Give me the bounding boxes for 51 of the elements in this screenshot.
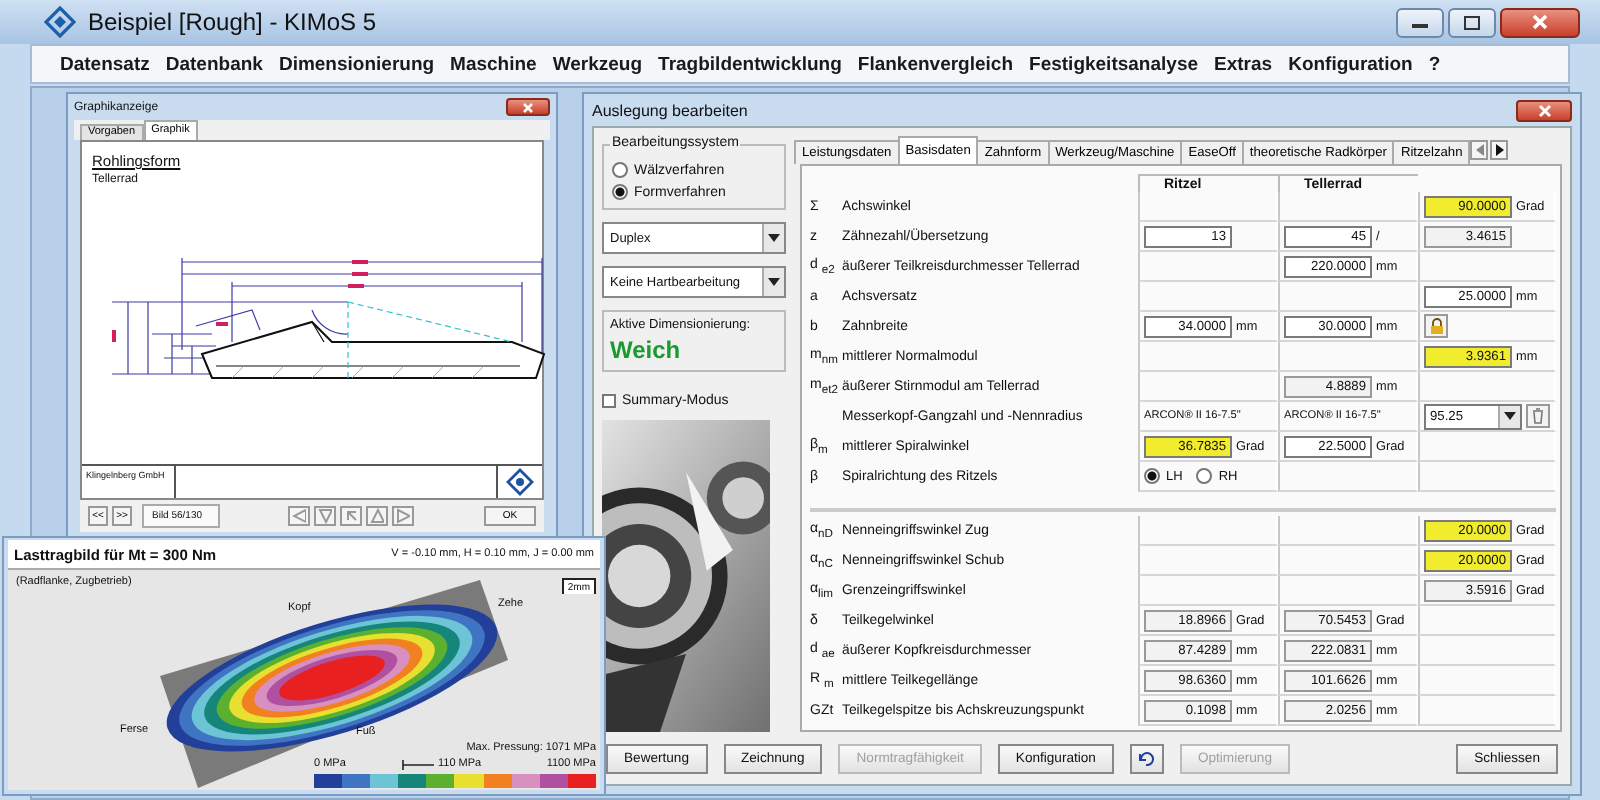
rotate-icon	[344, 508, 359, 524]
app-logo-icon	[44, 6, 76, 38]
triangle-right-icon	[396, 508, 411, 524]
company-logo-icon	[506, 468, 534, 496]
range-line-icon	[402, 760, 434, 770]
caret-icon	[768, 234, 780, 242]
menu-item[interactable]: Datenbank	[157, 48, 271, 80]
mirror-up-button[interactable]	[366, 506, 389, 526]
menu-item[interactable]: ?	[1420, 48, 1449, 80]
scroll-right-button[interactable]	[1490, 140, 1509, 160]
close-button[interactable]	[1500, 7, 1580, 37]
menu-item[interactable]: Dimensionierung	[270, 48, 443, 80]
bin-icon	[1532, 408, 1544, 424]
menu-item[interactable]: Datensatz	[52, 48, 158, 80]
close-button[interactable]	[1516, 99, 1572, 121]
close-button[interactable]	[506, 98, 550, 116]
window-title: Beispiel [Rough] - KIMoS 5	[88, 8, 377, 36]
triangle-up-icon	[370, 508, 385, 524]
maximize-button[interactable]	[1448, 7, 1496, 37]
menu-item[interactable]: Festigkeitsanalyse	[1021, 48, 1207, 80]
minimize-button[interactable]	[1396, 7, 1444, 37]
delete-button[interactable]	[1526, 404, 1550, 428]
mirror-right-button[interactable]	[392, 506, 415, 526]
menu-item[interactable]: Tragbildentwicklung	[650, 48, 850, 80]
caret-icon	[1504, 412, 1516, 420]
maximize-icon	[1464, 15, 1480, 29]
triangle-left-icon	[292, 508, 307, 524]
table-cell	[1418, 462, 1556, 492]
close-icon	[1537, 103, 1551, 117]
lock-button[interactable]	[1424, 314, 1448, 338]
table-cell	[1138, 516, 1278, 546]
menu-item[interactable]: Maschine	[442, 48, 545, 80]
menu-item[interactable]: Extras	[1206, 48, 1281, 80]
close-icon	[1532, 14, 1548, 30]
menu-item[interactable]: Werkzeug	[544, 48, 651, 80]
rotate-button[interactable]	[340, 506, 363, 526]
mirror-down-button[interactable]	[314, 506, 337, 526]
status-value: Weich	[610, 336, 683, 364]
undo-icon	[1137, 751, 1156, 765]
padlock-icon	[1429, 318, 1443, 334]
close-icon	[522, 101, 534, 113]
menu-item[interactable]: Konfiguration	[1280, 48, 1421, 80]
window-title: Auslegung bearbeiten	[592, 101, 748, 119]
table-cell	[1138, 546, 1278, 576]
undo-button[interactable]	[1129, 743, 1164, 773]
triangle-down-icon	[318, 508, 333, 524]
mirror-left-button[interactable]	[288, 506, 311, 526]
right-arrow-icon	[1495, 144, 1504, 156]
menu-item[interactable]: Flankenvergleich	[849, 48, 1022, 80]
left-arrow-icon	[1475, 144, 1484, 156]
caret-icon	[768, 278, 780, 286]
